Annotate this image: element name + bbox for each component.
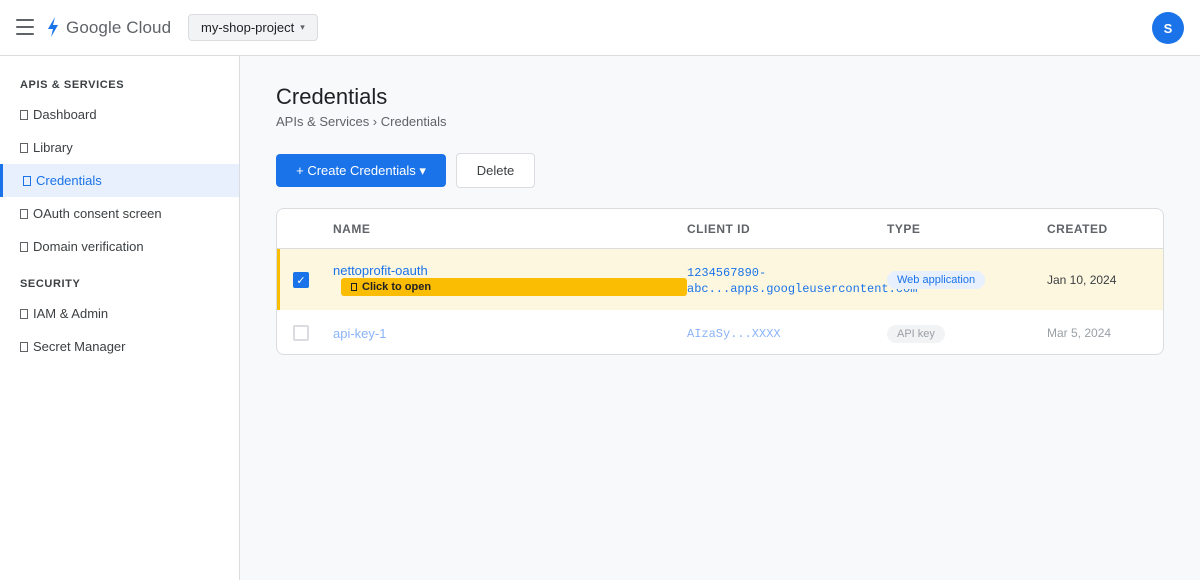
credentials-table: NAME CLIENT ID TYPE CREATED ✓ nettoprofi… — [276, 208, 1164, 355]
product-name: Google Cloud — [66, 18, 172, 37]
type-badge: Web application — [887, 271, 986, 289]
client-id-line: abc...apps.googleusercontent.com — [687, 282, 918, 296]
table-header: NAME CLIENT ID TYPE CREATED — [277, 209, 1163, 249]
page-title: Credentials — [276, 84, 388, 109]
iam-icon — [20, 308, 28, 319]
google-cloud-logo-icon — [48, 17, 58, 37]
table-row[interactable]: ✓ nettoprofit-oauth Click to open 123456… — [277, 249, 1163, 310]
client-id[interactable]: 1234567890- abc...apps.googleusercontent… — [687, 265, 917, 297]
menu-icon[interactable] — [16, 19, 34, 35]
column-header-name[interactable]: NAME — [333, 222, 370, 236]
sidebar-item-label: Secret Manager — [33, 339, 126, 354]
sidebar-item-library[interactable]: Library — [0, 131, 239, 164]
sidebar-section-title: APIS & SERVICES — [20, 79, 125, 91]
column-header-type[interactable]: TYPE — [887, 222, 920, 236]
type-badge: API key — [887, 325, 945, 343]
sidebar-item-credentials[interactable]: Credentials — [0, 164, 239, 197]
sidebar-section-title: SECURITY — [20, 278, 81, 290]
sidebar-item-oauth-consent[interactable]: OAuth consent screen — [0, 197, 239, 230]
client-id[interactable]: AIzaSy...XXXX — [687, 326, 781, 342]
credential-name-link[interactable]: nettoprofit-oauth — [333, 263, 428, 278]
checkmark-icon: ✓ — [296, 274, 306, 287]
credential-name-link[interactable]: api-key-1 — [333, 326, 386, 341]
tooltip-text: Click to open — [362, 281, 432, 293]
sidebar: APIS & SERVICES Dashboard Library Creden… — [0, 56, 240, 580]
breadcrumb: APIs & Services › Credentials — [276, 114, 447, 129]
sidebar-item-secret-manager[interactable]: Secret Manager — [0, 330, 239, 363]
sidebar-item-dashboard[interactable]: Dashboard — [0, 98, 239, 131]
sidebar-item-label: IAM & Admin — [33, 306, 109, 321]
click-to-open-tooltip: Click to open — [341, 278, 687, 296]
sidebar-item-label: Domain verification — [33, 239, 144, 254]
create-credentials-button[interactable]: + Create Credentials ▾ — [276, 154, 446, 187]
secret-icon — [20, 341, 28, 352]
delete-button[interactable]: Delete — [456, 153, 535, 188]
sidebar-item-domain-verification[interactable]: Domain verification — [0, 230, 239, 263]
sidebar-item-iam-admin[interactable]: IAM & Admin — [0, 297, 239, 330]
created-date: Mar 5, 2024 — [1047, 326, 1112, 340]
sidebar-item-label: Library — [33, 140, 73, 155]
row-checkbox[interactable]: ✓ — [293, 272, 309, 288]
avatar[interactable]: S — [1152, 12, 1184, 44]
credentials-icon — [23, 175, 31, 186]
table-row[interactable]: api-key-1 AIzaSy...XXXX API key Mar 5, 2… — [277, 310, 1163, 354]
project-name: my-shop-project — [201, 20, 295, 35]
client-id-line: 1234567890- — [687, 266, 767, 280]
row-checkbox[interactable] — [293, 325, 309, 341]
sidebar-item-label: OAuth consent screen — [33, 206, 162, 221]
created-date: Jan 10, 2024 — [1047, 273, 1117, 287]
sidebar-item-label: Credentials — [36, 173, 102, 188]
domain-icon — [20, 241, 28, 252]
dashboard-icon — [20, 109, 28, 120]
sidebar-item-label: Dashboard — [33, 107, 97, 122]
open-icon — [351, 283, 357, 291]
chevron-down-icon: ▾ — [300, 22, 305, 32]
top-bar: Google Cloud my-shop-project ▾ S — [0, 0, 1200, 56]
project-selector[interactable]: my-shop-project ▾ — [188, 14, 318, 41]
column-header-client-id[interactable]: CLIENT ID — [687, 222, 750, 236]
column-header-created[interactable]: CREATED — [1047, 222, 1108, 236]
library-icon — [20, 142, 28, 153]
oauth-icon — [20, 208, 28, 219]
